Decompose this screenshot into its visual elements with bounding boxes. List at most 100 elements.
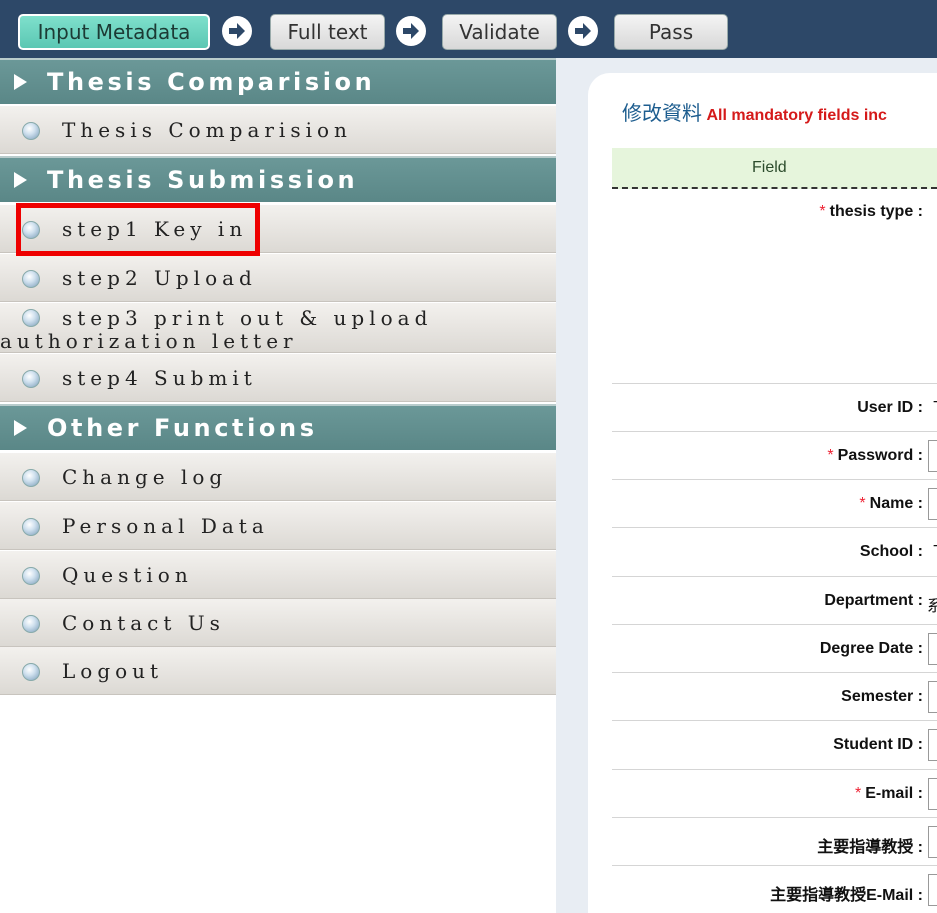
arrow-right-icon <box>222 16 252 46</box>
section-title: Other Functions <box>47 414 318 442</box>
step-input-metadata-label: Input Metadata <box>37 20 191 44</box>
field-label: Degree Date : <box>819 640 923 657</box>
name-input[interactable] <box>928 488 937 520</box>
form-row-student-id: Student ID : <box>612 721 937 770</box>
table-header: Field <box>612 148 937 189</box>
column-header-field: Field <box>752 159 787 176</box>
section-title: Thesis Submission <box>47 166 359 194</box>
field-label: 主要指導教授E-Mail : <box>770 887 923 904</box>
sidebar-item-label-line2: authorization letter <box>0 329 298 353</box>
step-pass-button[interactable]: Pass <box>614 14 728 50</box>
sidebar-item-label: Question <box>62 562 193 587</box>
form-row-advisor-email: 主要指導教授E-Mail : <box>612 866 937 913</box>
field-value: 系 <box>926 598 937 615</box>
form-row-name: * Name : <box>612 480 937 528</box>
field-label: * Password : <box>827 447 923 465</box>
triangle-right-icon <box>14 172 27 188</box>
required-star: * <box>827 447 834 464</box>
bullet-icon <box>22 469 40 487</box>
section-other-functions[interactable]: Other Functions <box>0 404 556 450</box>
step-full-text-label: Full text <box>287 20 368 44</box>
step-validate-label: Validate <box>459 20 540 44</box>
bullet-icon <box>22 309 40 327</box>
form-row-degree-date: Degree Date : <box>612 625 937 673</box>
field-value: T <box>933 399 937 417</box>
sidebar: Thesis Comparision Thesis Comparision Th… <box>0 58 556 913</box>
sidebar-item-label: Thesis Comparision <box>62 117 352 142</box>
bullet-icon <box>22 567 40 585</box>
field-label-text: Password : <box>837 447 923 464</box>
form-row-semester: Semester : <box>612 673 937 721</box>
field-label: Semester : <box>841 688 923 705</box>
form-row-email: * E-mail : <box>612 770 937 818</box>
email-input[interactable] <box>928 778 937 810</box>
required-star: * <box>819 203 826 220</box>
step-pass-label: Pass <box>648 20 694 44</box>
advisor-email-input[interactable] <box>928 874 937 906</box>
field-label: * thesis type : <box>819 203 923 221</box>
bullet-icon <box>22 270 40 288</box>
student-id-input[interactable] <box>928 729 937 761</box>
advisor-input[interactable] <box>928 826 937 858</box>
bullet-icon <box>22 370 40 388</box>
field-label-text: thesis type : <box>829 203 923 220</box>
step-full-text-button[interactable]: Full text <box>270 14 385 50</box>
bullet-icon <box>22 122 40 140</box>
required-star: * <box>854 785 862 802</box>
semester-input[interactable] <box>928 681 937 713</box>
section-title: Thesis Comparision <box>47 68 376 96</box>
sidebar-item-label: step3 print out & upload <box>62 306 433 330</box>
sidebar-item-label: step4 Submit <box>62 365 257 390</box>
arrow-right-icon <box>396 16 426 46</box>
field-label: User ID : <box>857 399 923 416</box>
form-row-password: * Password : <box>612 432 937 480</box>
bullet-icon <box>22 615 40 633</box>
sidebar-item-thesis-comparision[interactable]: Thesis Comparision <box>0 106 556 154</box>
sidebar-item-label: Personal Data <box>62 513 269 538</box>
workflow-bar: Input Metadata Full text Validate Pass <box>0 0 937 58</box>
form-row-advisor: 主要指導教授 : <box>612 818 937 866</box>
sidebar-item-label: step2 Upload <box>62 265 257 290</box>
sidebar-item-label: Contact Us <box>62 610 225 635</box>
sidebar-item-step4-submit[interactable]: step4 Submit <box>0 354 556 402</box>
form-panel: 修改資料 All mandatory fields inc Field * the… <box>588 73 937 913</box>
field-label: School : <box>859 543 923 560</box>
page-title: 修改資料 All mandatory fields inc <box>622 97 887 126</box>
page-title-zh: 修改資料 <box>622 101 702 125</box>
form-row-school: School : T <box>612 528 937 577</box>
sidebar-item-logout[interactable]: Logout <box>0 647 556 695</box>
field-label-text: Name : <box>869 495 923 512</box>
section-thesis-submission[interactable]: Thesis Submission <box>0 156 556 202</box>
degree-date-input[interactable] <box>928 633 937 665</box>
highlight-box <box>16 203 260 256</box>
field-label-text: E-mail : <box>865 785 923 802</box>
sidebar-item-personal-data[interactable]: Personal Data <box>0 502 556 550</box>
field-label: 主要指導教授 : <box>817 839 923 856</box>
field-label: Student ID : <box>833 736 923 753</box>
sidebar-item-step3-print-out[interactable]: step3 print out & upload authorization l… <box>0 303 556 353</box>
form-row-user-id: User ID : T <box>612 384 937 432</box>
required-star: * <box>859 495 866 512</box>
sidebar-item-step2-upload[interactable]: step2 Upload <box>0 254 556 302</box>
section-thesis-comparision[interactable]: Thesis Comparision <box>0 58 556 104</box>
step-input-metadata-button[interactable]: Input Metadata <box>18 14 210 50</box>
sidebar-item-contact-us[interactable]: Contact Us <box>0 599 556 647</box>
step-validate-button[interactable]: Validate <box>442 14 557 50</box>
form-row-thesis-type: * thesis type : <box>612 191 937 384</box>
sidebar-item-change-log[interactable]: Change log <box>0 453 556 501</box>
password-input[interactable] <box>928 440 937 472</box>
bullet-icon <box>22 518 40 536</box>
field-label: Department : <box>824 592 923 609</box>
triangle-right-icon <box>14 420 27 436</box>
sidebar-item-question[interactable]: Question <box>0 551 556 599</box>
bullet-icon <box>22 663 40 681</box>
arrow-right-icon <box>568 16 598 46</box>
sidebar-item-label: Change log <box>62 464 228 489</box>
form-row-department: Department : 系 <box>612 577 937 625</box>
triangle-right-icon <box>14 74 27 90</box>
field-label: * E-mail : <box>855 785 923 803</box>
field-label: * Name : <box>859 495 923 513</box>
mandatory-note: All mandatory fields inc <box>706 107 887 124</box>
sidebar-item-label: Logout <box>62 658 164 683</box>
field-value: T <box>933 543 937 561</box>
